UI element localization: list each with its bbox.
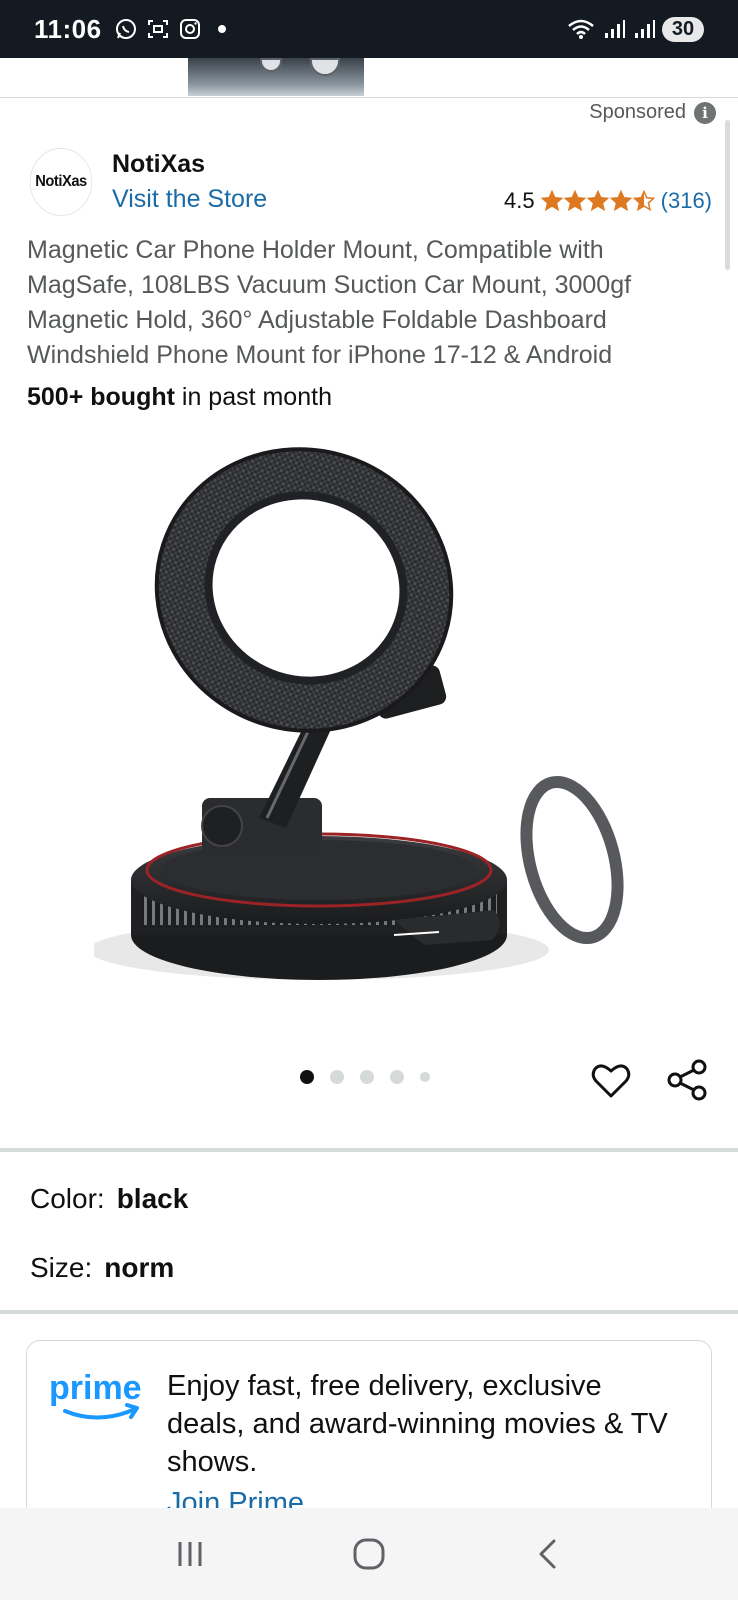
prime-logo-text: prime	[49, 1369, 142, 1407]
rating-value: 4.5	[504, 188, 535, 213]
bought-suffix: in past month	[174, 383, 332, 411]
star-icon	[609, 190, 632, 212]
ad-product-image[interactable]	[188, 58, 364, 96]
product-title: Magnetic Car Phone Holder Mount, Compati…	[27, 236, 632, 369]
star-icon	[563, 190, 586, 212]
carousel-dots[interactable]	[300, 1070, 430, 1084]
sponsored-label: Sponsored	[589, 101, 686, 123]
system-icons: 30	[566, 16, 704, 42]
signal-icon	[602, 17, 626, 41]
carousel-dot[interactable]	[360, 1070, 374, 1084]
sponsored-label-row[interactable]: Sponsored i	[589, 101, 716, 124]
brand-name: NotiXas	[112, 150, 206, 178]
color-label: Color:	[30, 1183, 105, 1214]
carousel-dot[interactable]	[330, 1070, 344, 1084]
signal-icon	[632, 17, 656, 41]
prime-description: Enjoy fast, free delivery, exclusive dea…	[167, 1370, 668, 1478]
star-icon	[632, 190, 655, 212]
back-icon[interactable]	[518, 1524, 578, 1584]
section-divider	[0, 1148, 738, 1152]
visit-store-link[interactable]: Visit the Store	[112, 185, 267, 214]
scrollbar[interactable]	[725, 120, 730, 270]
section-divider	[0, 1310, 738, 1314]
star-icon	[586, 190, 609, 212]
whatsapp-icon	[114, 17, 138, 41]
battery-badge: 30	[662, 16, 704, 42]
instagram-icon	[178, 17, 202, 41]
heart-icon[interactable]	[590, 1060, 632, 1102]
info-icon[interactable]: i	[694, 101, 716, 124]
carousel-dot[interactable]	[300, 1070, 314, 1084]
app-screen: 11:06 30 Sponsored i NotiXas NotiXas Vis…	[0, 0, 738, 1600]
color-value: black	[116, 1183, 189, 1214]
star-icon	[540, 190, 563, 212]
notification-icons	[114, 17, 234, 41]
dot-icon	[210, 17, 234, 41]
product-image[interactable]	[89, 440, 644, 1000]
wifi-icon	[566, 17, 596, 41]
rating-row[interactable]: 4.5 (316)	[504, 188, 712, 214]
bought-in-past-month: 500+ bought in past month	[27, 383, 332, 412]
system-nav-bar	[0, 1508, 738, 1600]
carousel-dot[interactable]	[390, 1070, 404, 1084]
status-time: 11:06	[34, 13, 102, 44]
size-selector[interactable]: Size: norm	[30, 1252, 174, 1284]
color-selector[interactable]: Color: black	[30, 1183, 188, 1215]
carousel-dot[interactable]	[420, 1072, 430, 1082]
review-count-link[interactable]: (316)	[661, 188, 712, 214]
sponsored-ad-strip[interactable]	[0, 58, 738, 98]
brand-logo[interactable]: NotiXas	[29, 148, 93, 216]
screenshot-icon	[146, 17, 170, 41]
bought-count: 500+ bought	[27, 383, 175, 411]
size-value: norm	[104, 1252, 175, 1283]
size-label: Size:	[30, 1252, 93, 1283]
prime-logo: prime	[49, 1367, 149, 1427]
share-icon[interactable]	[666, 1058, 710, 1102]
star-rating	[540, 190, 655, 212]
home-icon[interactable]	[339, 1524, 399, 1584]
recents-icon[interactable]	[160, 1524, 220, 1584]
status-bar: 11:06 30	[0, 0, 738, 58]
